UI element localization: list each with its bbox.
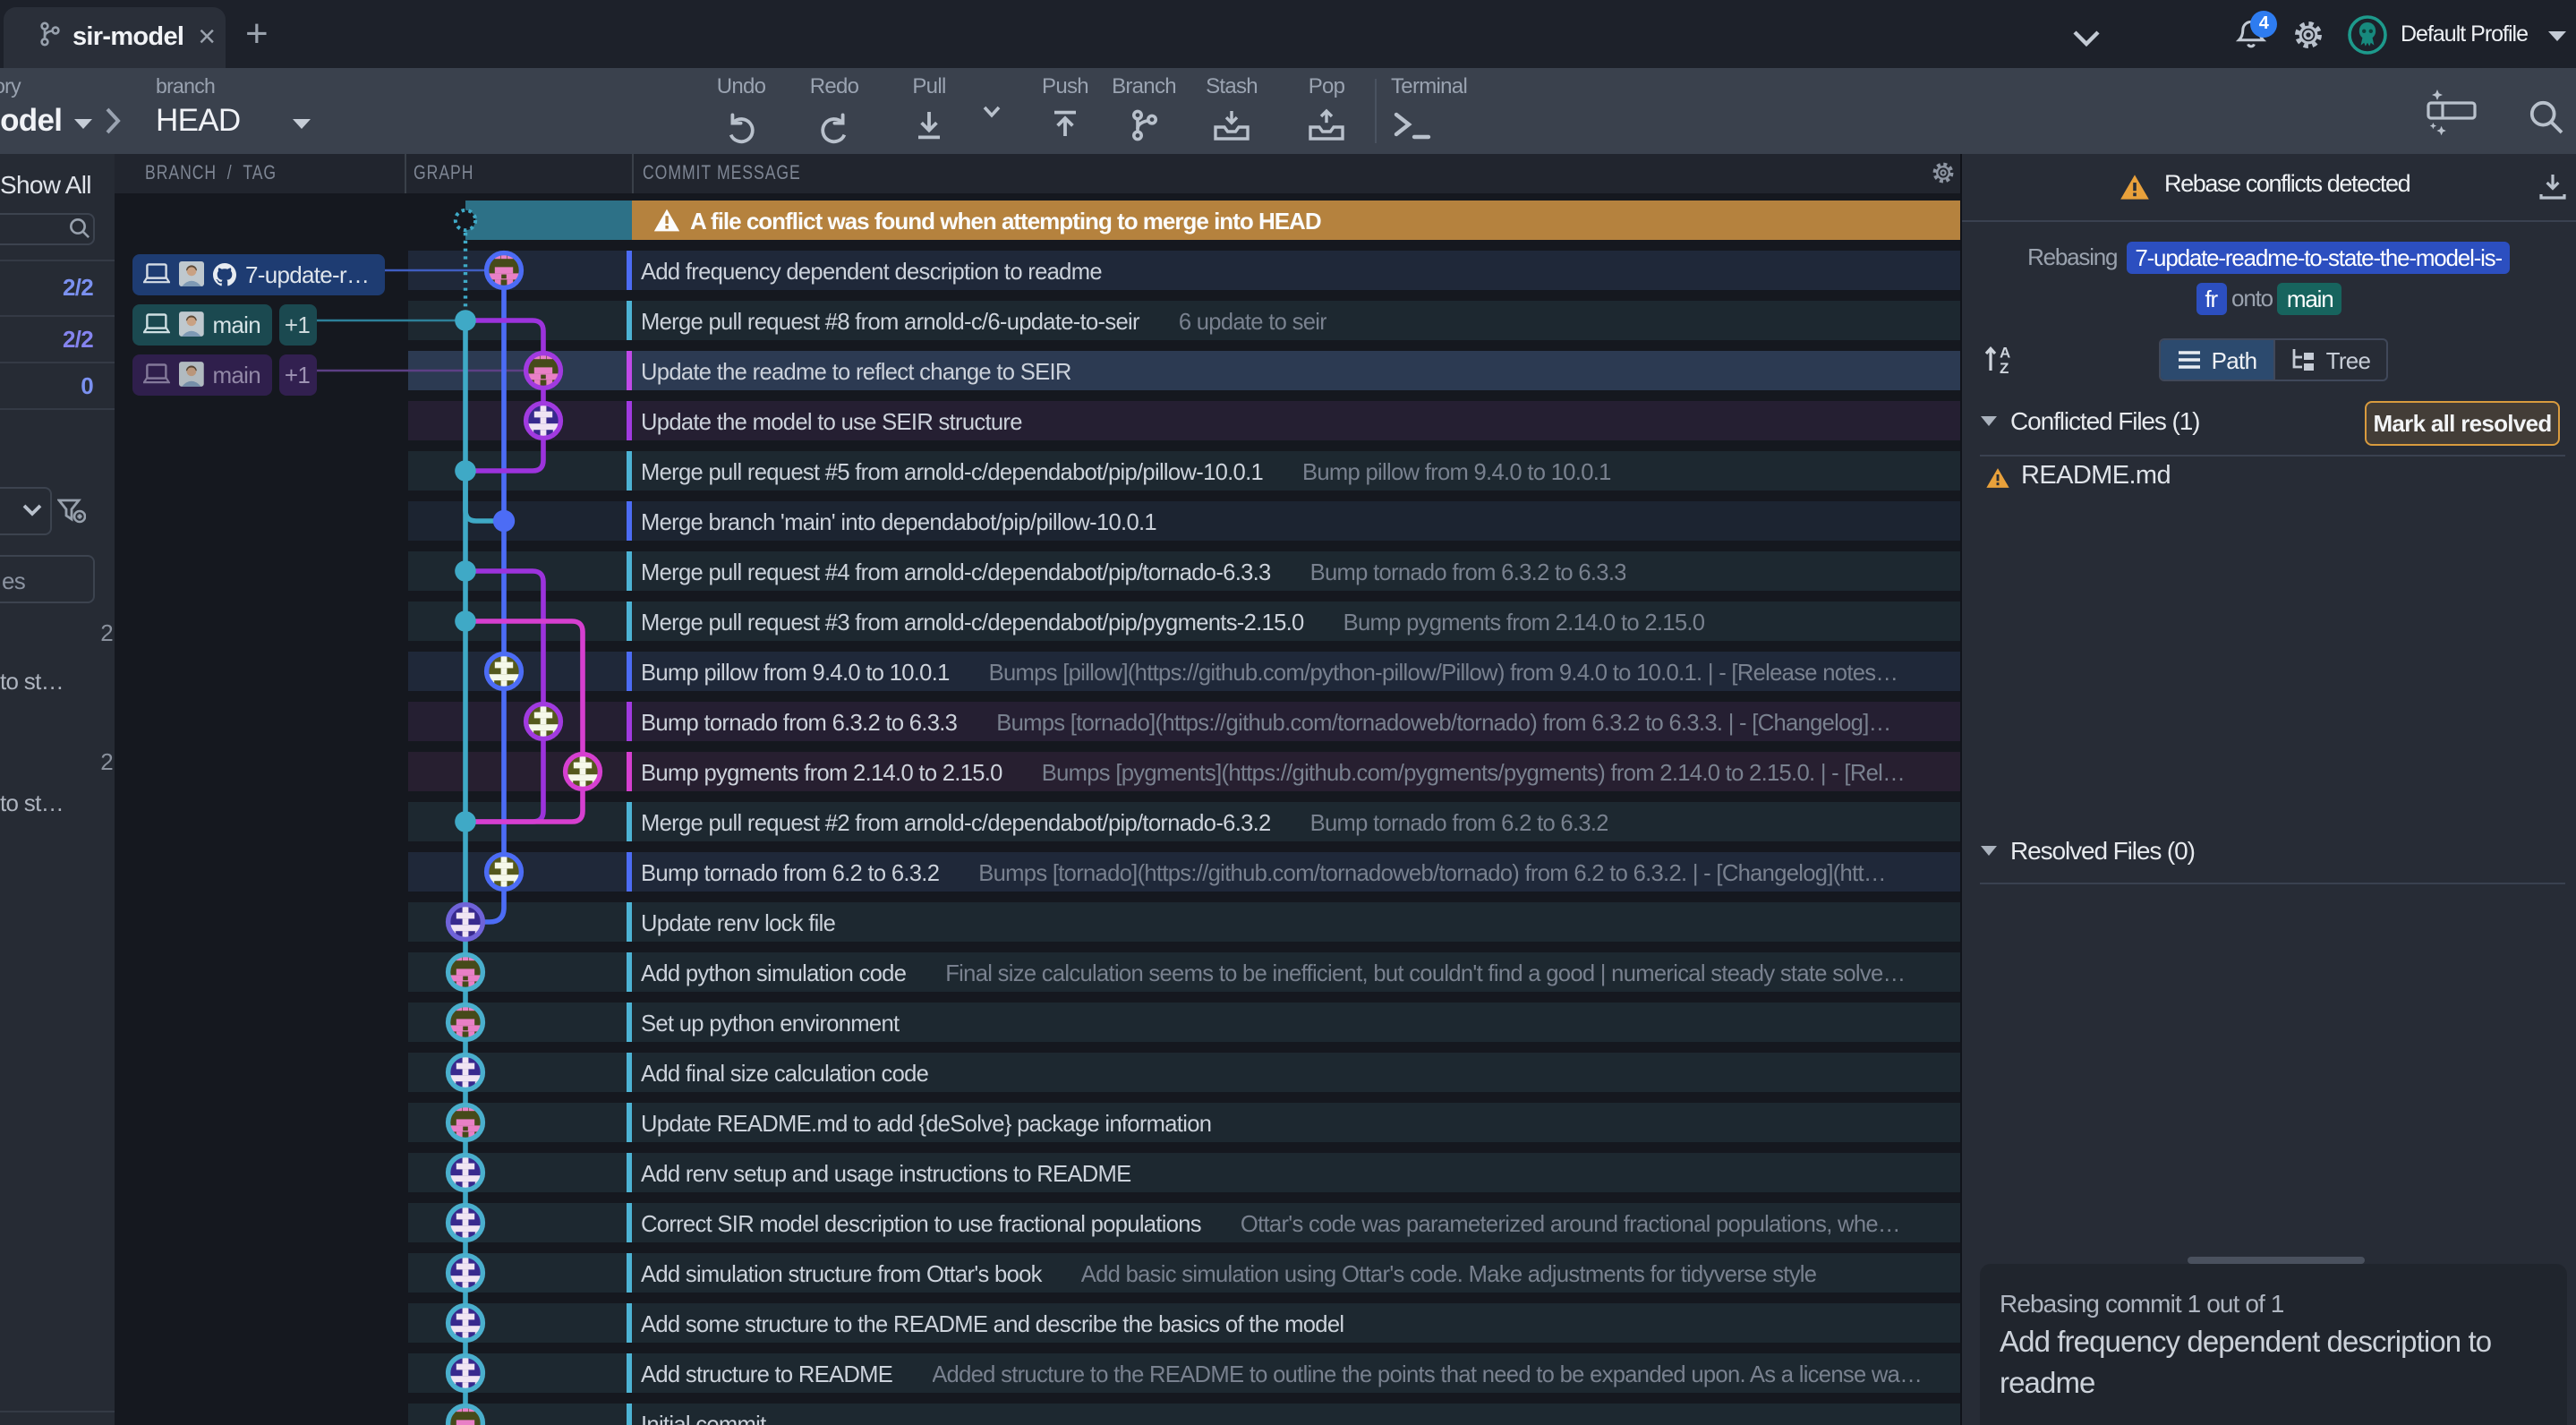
svg-text:Z: Z <box>2000 360 2009 374</box>
svg-text:A: A <box>2000 345 2010 362</box>
